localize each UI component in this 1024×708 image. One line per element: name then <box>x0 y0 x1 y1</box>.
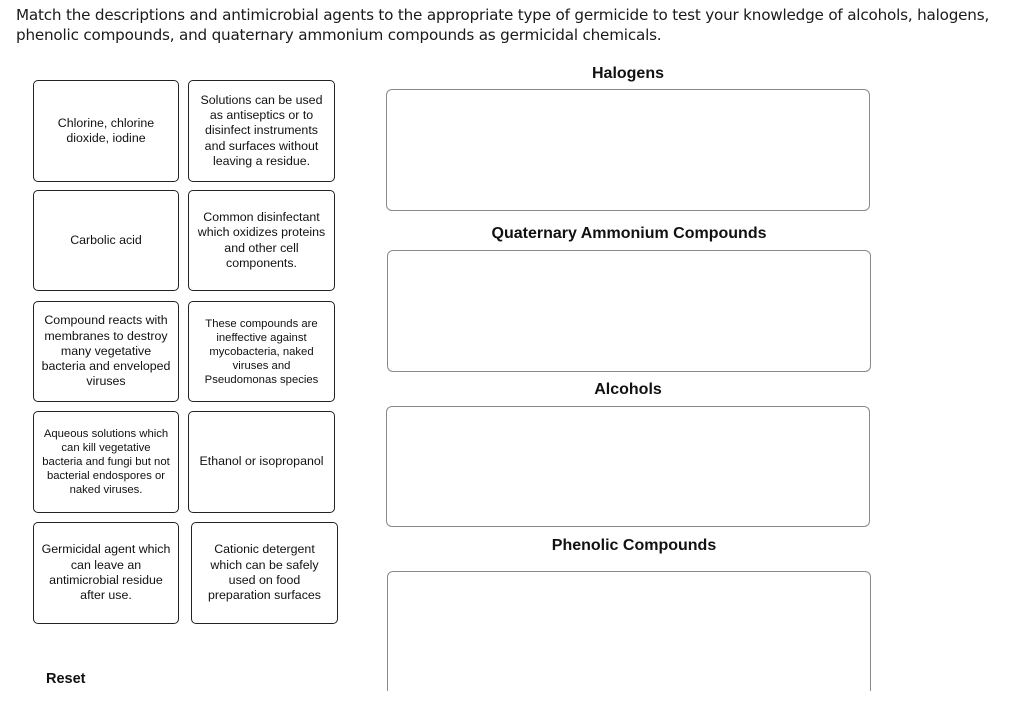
draggable-card[interactable]: Carbolic acid <box>33 190 179 291</box>
zone-title-phenolic-compounds: Phenolic Compounds <box>551 537 717 554</box>
draggable-card[interactable]: Germicidal agent which can leave an anti… <box>33 522 179 624</box>
draggable-card[interactable]: Aqueous solutions which can kill vegetat… <box>33 411 179 513</box>
zone-title-halogens: Halogens <box>591 65 664 82</box>
draggable-card[interactable]: Ethanol or isopropanol <box>188 411 335 513</box>
draggable-card[interactable]: Common disinfectant which oxidizes prote… <box>188 190 335 291</box>
zone-title-alcohols: Alcohols <box>594 381 662 398</box>
draggable-card[interactable]: Chlorine, chlorine dioxide, iodine <box>33 80 179 182</box>
draggable-card[interactable]: Compound reacts with membranes to destro… <box>33 301 179 402</box>
draggable-card[interactable]: Cationic detergent which can be safely u… <box>191 522 338 624</box>
draggable-card[interactable]: Solutions can be used as antiseptics or … <box>188 80 335 182</box>
draggable-card[interactable]: These compounds are ineffective against … <box>188 301 335 402</box>
drop-zone-alcohols[interactable] <box>386 406 870 527</box>
reset-button[interactable]: Reset <box>46 671 86 687</box>
drop-zone-quaternary-ammonium[interactable] <box>387 250 871 372</box>
drop-zone-phenolic-compounds[interactable] <box>387 571 871 691</box>
instructions-text: Match the descriptions and antimicrobial… <box>16 6 990 44</box>
zone-title-quaternary-ammonium: Quaternary Ammonium Compounds <box>491 225 767 242</box>
drop-zone-halogens[interactable] <box>386 89 870 211</box>
